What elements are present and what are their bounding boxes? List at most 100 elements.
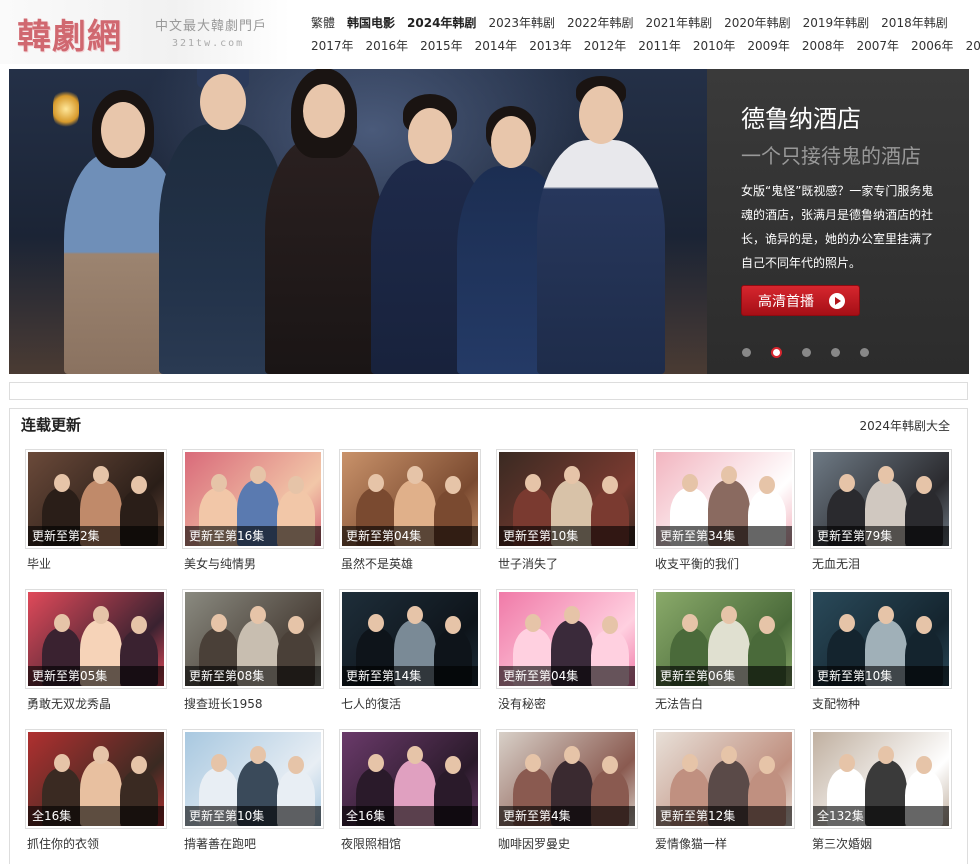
drama-thumbnail[interactable]: 全16集: [339, 729, 481, 829]
drama-thumbnail[interactable]: 更新至第14集: [339, 589, 481, 689]
drama-title[interactable]: 无血无泪: [812, 555, 860, 572]
drama-title[interactable]: 没有秘密: [498, 695, 546, 712]
drama-thumbnail[interactable]: 更新至第10集: [496, 449, 638, 549]
nav-link[interactable]: 2006年: [911, 37, 954, 54]
lamp-decoration: [53, 89, 79, 129]
drama-thumbnail[interactable]: 更新至第04集: [339, 449, 481, 549]
site-logo[interactable]: 韓劇網: [17, 9, 122, 58]
nav-link[interactable]: 2007年: [856, 37, 899, 54]
episode-badge: 更新至第12集: [656, 806, 792, 826]
nav-link[interactable]: 2014年: [475, 37, 518, 54]
slide-indicators: [742, 347, 889, 358]
play-icon: [829, 293, 845, 309]
episode-badge: 全16集: [28, 806, 164, 826]
nav-link[interactable]: 韩国电影: [347, 14, 395, 31]
watch-now-label: 高清首播: [758, 293, 814, 310]
nav-link[interactable]: 2022年韩剧: [567, 14, 634, 31]
drama-thumbnail[interactable]: 更新至第12集: [653, 729, 795, 829]
nav-link[interactable]: 2024年韩剧: [407, 14, 476, 31]
slide-dot[interactable]: [860, 348, 869, 357]
banner-title[interactable]: 德鲁纳酒店: [741, 99, 861, 134]
main-nav: 繁體 韩国电影 2024年韩剧 2023年韩剧 2022年韩剧 2021年韩剧 2020年韩…: [311, 11, 980, 57]
hero-banner[interactable]: 德鲁纳酒店 一个只接待鬼的酒店 女版“鬼怪”既视感？一家专门服务鬼魂的酒店，张满…: [9, 69, 969, 374]
cast-figure: [265, 69, 383, 374]
nav-link[interactable]: 2017年: [311, 37, 354, 54]
section-more-link[interactable]: 2024年韩剧大全: [859, 417, 950, 434]
banner-description: 女版“鬼怪”既视感？一家专门服务鬼魂的酒店，张满月是德鲁纳酒店的社长，诡异的是，…: [741, 184, 934, 270]
episode-badge: 更新至第10集: [813, 666, 949, 686]
episode-badge: 更新至第34集: [656, 526, 792, 546]
drama-title[interactable]: 抓住你的衣领: [27, 835, 99, 852]
drama-title[interactable]: 夜限照相馆: [341, 835, 401, 852]
nav-link[interactable]: 2023年韩剧: [488, 14, 555, 31]
episode-badge: 更新至第2集: [28, 526, 164, 546]
drama-title[interactable]: 无法告白: [655, 695, 703, 712]
updates-section: 连载更新 2024年韩剧大全 更新至第2集 毕业 更新至第16集 美女与纯情男 …: [9, 408, 968, 864]
nav-link[interactable]: 2019年韩剧: [803, 14, 870, 31]
drama-title[interactable]: 搜查班长1958: [184, 695, 263, 712]
episode-badge: 更新至第08集: [185, 666, 321, 686]
drama-title[interactable]: 勇敢无双龙秀晶: [27, 695, 111, 712]
episode-badge: 更新至第04集: [342, 526, 478, 546]
episode-badge: 更新至第4集: [499, 806, 635, 826]
drama-title[interactable]: 毕业: [27, 555, 51, 572]
episode-badge: 更新至第10集: [185, 806, 321, 826]
site-domain: 321tw.com: [172, 38, 245, 49]
announcement-strip: [9, 382, 968, 400]
drama-title[interactable]: 虽然不是英雄: [341, 555, 413, 572]
drama-title[interactable]: 七人的復活: [341, 695, 401, 712]
nav-link[interactable]: 2000年前: [966, 37, 980, 54]
site-tagline: 中文最大韓劇門戶: [155, 19, 268, 34]
section-title: 连载更新: [21, 416, 82, 434]
cast-figure: [537, 76, 665, 374]
nav-link[interactable]: 2010年: [693, 37, 736, 54]
drama-title[interactable]: 爱情像猫一样: [655, 835, 727, 852]
drama-title[interactable]: 揹著善在跑吧: [184, 835, 256, 852]
slide-dot[interactable]: [742, 348, 751, 357]
drama-thumbnail[interactable]: 更新至第10集: [810, 589, 952, 689]
slide-dot[interactable]: [831, 348, 840, 357]
watch-now-button[interactable]: 高清首播: [741, 285, 860, 316]
drama-thumbnail[interactable]: 更新至第79集: [810, 449, 952, 549]
episode-badge: 更新至第04集: [499, 666, 635, 686]
nav-row-primary: 繁體 韩国电影 2024年韩剧 2023年韩剧 2022年韩剧 2021年韩剧 2020年韩…: [311, 11, 971, 34]
nav-link[interactable]: 2013年: [529, 37, 572, 54]
episode-badge: 更新至第05集: [28, 666, 164, 686]
nav-link[interactable]: 2011年: [638, 37, 681, 54]
nav-link[interactable]: 2020年韩剧: [724, 14, 791, 31]
nav-link[interactable]: 2009年: [747, 37, 790, 54]
episode-badge: 全132集: [813, 806, 949, 826]
drama-title[interactable]: 第三次婚姻: [812, 835, 872, 852]
nav-link[interactable]: 2016年: [366, 37, 409, 54]
nav-link[interactable]: 2012年: [584, 37, 627, 54]
drama-thumbnail[interactable]: 更新至第10集: [182, 729, 324, 829]
drama-thumbnail[interactable]: 全16集: [25, 729, 167, 829]
drama-thumbnail[interactable]: 全132集: [810, 729, 952, 829]
slide-dot[interactable]: [771, 347, 782, 358]
drama-title[interactable]: 世子消失了: [498, 555, 558, 572]
nav-link[interactable]: 繁體: [311, 14, 335, 31]
drama-thumbnail[interactable]: 更新至第2集: [25, 449, 167, 549]
drama-thumbnail[interactable]: 更新至第06集: [653, 589, 795, 689]
logo-area[interactable]: 韓劇網 中文最大韓劇門戶 321tw.com: [0, 0, 290, 64]
drama-thumbnail[interactable]: 更新至第4集: [496, 729, 638, 829]
banner-subtitle: 一个只接待鬼的酒店: [741, 144, 921, 168]
nav-link[interactable]: 2015年: [420, 37, 463, 54]
nav-link[interactable]: 2008年: [802, 37, 845, 54]
episode-badge: 更新至第16集: [185, 526, 321, 546]
drama-title[interactable]: 美女与纯情男: [184, 555, 256, 572]
drama-title[interactable]: 咖啡因罗曼史: [498, 835, 570, 852]
drama-title[interactable]: 支配物种: [812, 695, 860, 712]
drama-thumbnail[interactable]: 更新至第05集: [25, 589, 167, 689]
nav-row-years: 2017年 2016年 2015年 2014年 2013年 2012年 2011年 2010年…: [311, 34, 980, 57]
banner-poster-image[interactable]: [9, 69, 707, 374]
drama-thumbnail[interactable]: 更新至第34集: [653, 449, 795, 549]
slide-dot[interactable]: [802, 348, 811, 357]
drama-thumbnail[interactable]: 更新至第08集: [182, 589, 324, 689]
nav-link[interactable]: 2021年韩剧: [646, 14, 713, 31]
drama-thumbnail[interactable]: 更新至第16集: [182, 449, 324, 549]
drama-title[interactable]: 收支平衡的我们: [655, 555, 739, 572]
episode-badge: 更新至第10集: [499, 526, 635, 546]
drama-thumbnail[interactable]: 更新至第04集: [496, 589, 638, 689]
nav-link[interactable]: 2018年韩剧: [881, 14, 948, 31]
